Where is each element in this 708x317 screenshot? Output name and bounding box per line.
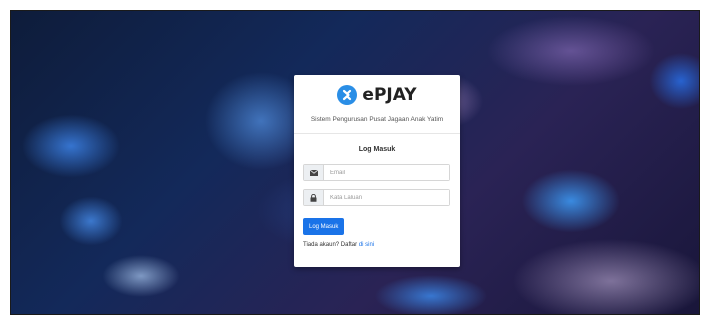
signup-row: Tiada akaun? Daftar di sini: [303, 242, 374, 248]
background-image: ePJAY Sistem Pengurusan Pusat Jagaan Ana…: [10, 10, 700, 315]
envelope-icon: [304, 165, 324, 180]
signup-prompt: Tiada akaun? Daftar: [303, 242, 358, 248]
brand-name: ePJAY: [362, 85, 417, 105]
app-subtitle: Sistem Pengurusan Pusat Jagaan Anak Yati…: [310, 116, 444, 123]
logo-icon: [337, 85, 358, 105]
password-input[interactable]: [324, 190, 449, 205]
email-input[interactable]: [324, 165, 449, 180]
lock-icon: [304, 190, 324, 205]
signup-link[interactable]: di sini: [359, 242, 374, 248]
login-heading: Log Masuk: [358, 146, 396, 153]
divider: [294, 133, 460, 134]
brand: ePJAY: [294, 83, 460, 107]
password-field-group: [303, 189, 450, 206]
email-field-group: [303, 164, 450, 181]
login-card: ePJAY Sistem Pengurusan Pusat Jagaan Ana…: [294, 75, 460, 267]
login-button[interactable]: Log Masuk: [303, 218, 345, 235]
